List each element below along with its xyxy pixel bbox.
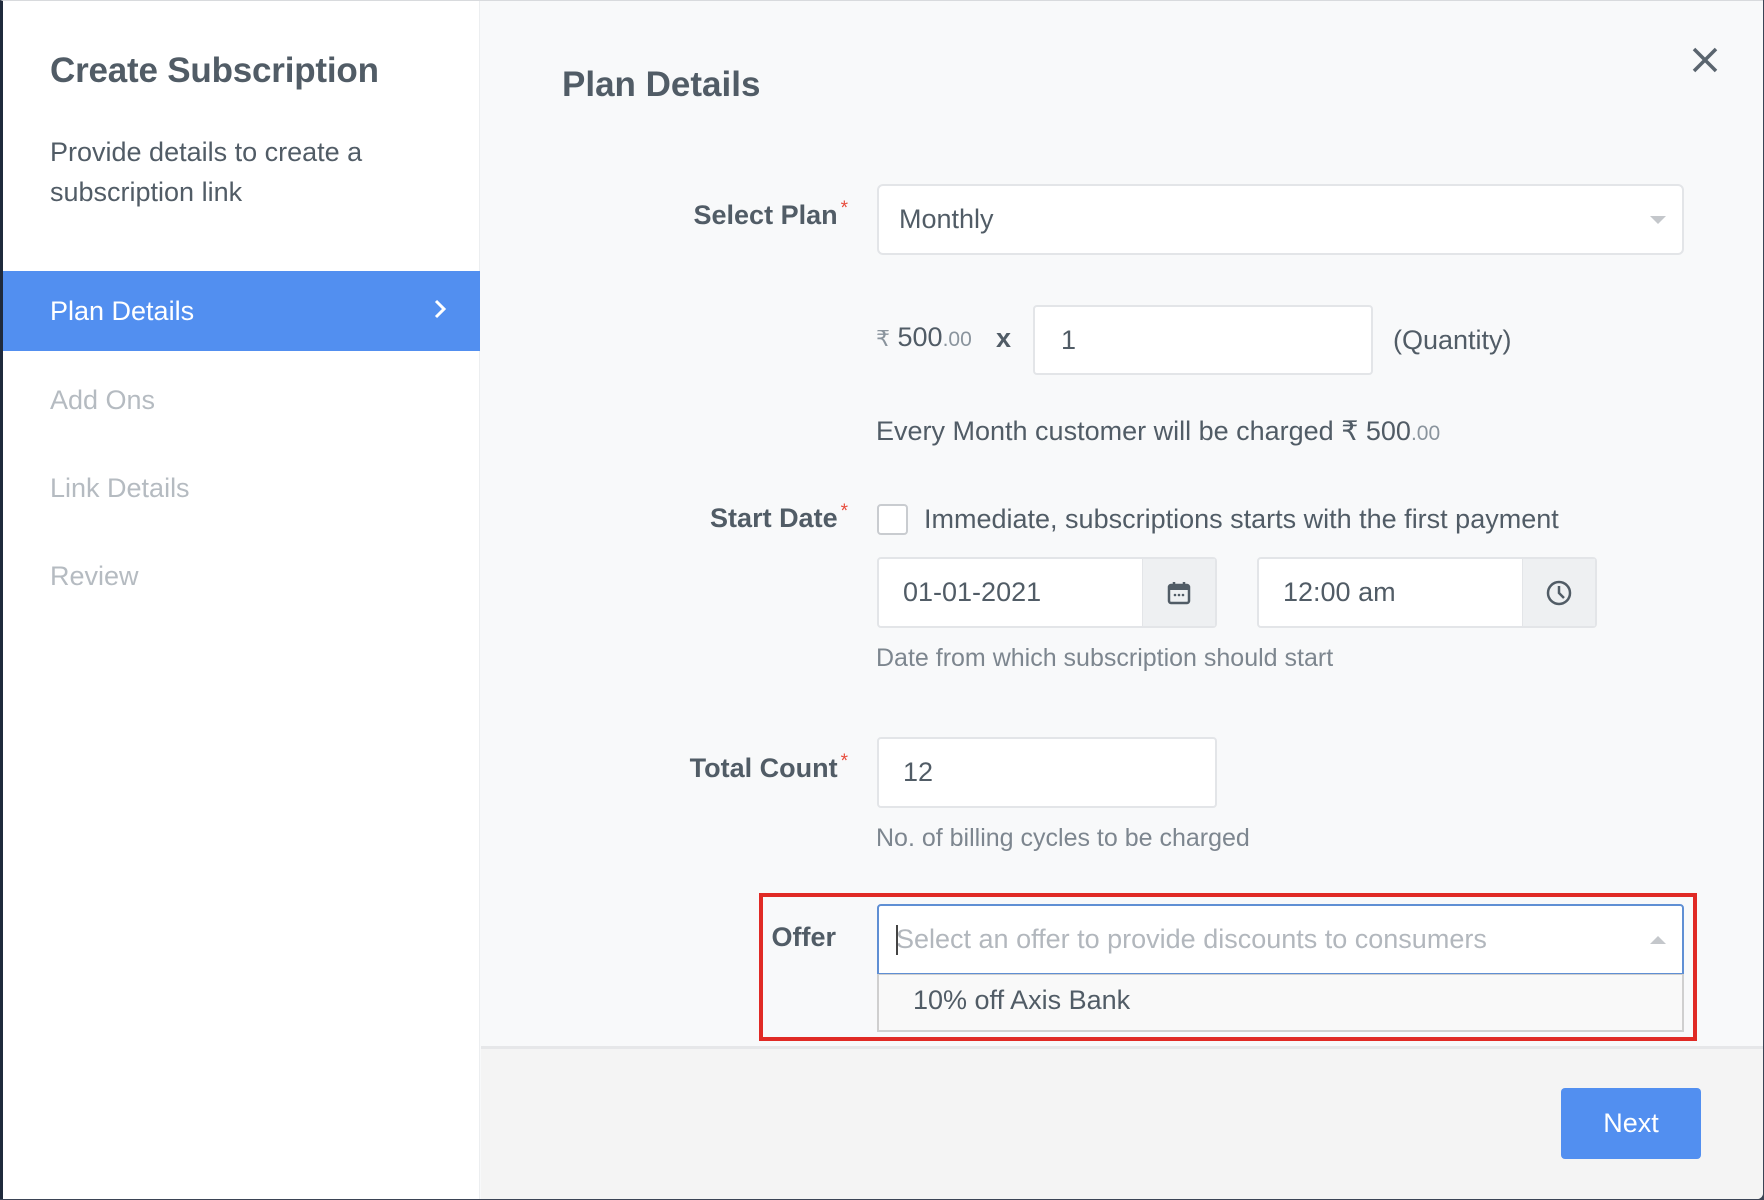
select-plan-dropdown[interactable]: Monthly	[877, 184, 1684, 255]
start-date-label: Start Date *	[603, 501, 848, 534]
quantity-input[interactable]: 1	[1033, 305, 1373, 375]
total-count-label-text: Total Count	[689, 753, 838, 783]
create-subscription-modal: Create Subscription Provide details to c…	[0, 0, 1763, 1199]
sidebar-item-plan-details[interactable]: Plan Details	[3, 271, 480, 351]
offer-label: Offer	[771, 922, 836, 952]
immediate-start-checkbox[interactable]	[877, 504, 908, 535]
start-date-input[interactable]: 01-01-2021	[877, 557, 1217, 628]
time-picker-button[interactable]	[1522, 559, 1595, 626]
close-icon[interactable]	[1686, 41, 1724, 79]
clock-icon	[1546, 580, 1572, 605]
sidebar-item-label: Link Details	[50, 472, 190, 503]
price-decimals: .00	[942, 328, 972, 351]
total-count-help: No. of billing cycles to be charged	[876, 824, 1250, 852]
multiply-sign: x	[996, 323, 1012, 353]
next-button[interactable]: Next	[1561, 1088, 1701, 1159]
caret-up-icon	[1650, 936, 1666, 944]
offer-dropdown-menu: 10% off Axis Bank	[877, 974, 1684, 1032]
plan-price: ₹ 500.00	[876, 322, 972, 353]
sidebar-item-review[interactable]: Review	[3, 536, 480, 616]
start-time-value: 12:00 am	[1283, 577, 1396, 607]
sidebar-item-label: Plan Details	[50, 295, 195, 326]
offer-option[interactable]: 10% off Axis Bank	[913, 985, 1130, 1016]
price-amount: 500	[890, 322, 943, 352]
start-time-input[interactable]: 12:00 am	[1257, 557, 1597, 628]
total-count-label: Total Count *	[603, 751, 848, 784]
required-mark: *	[840, 501, 848, 522]
sidebar-subtitle: Provide details to create a subscription…	[50, 137, 363, 207]
start-date-value: 01-01-2021	[903, 577, 1042, 607]
sidebar-item-add-ons[interactable]: Add Ons	[3, 360, 480, 440]
offer-placeholder: Select an offer to provide discounts to …	[896, 924, 1487, 954]
select-plan-label: Select Plan *	[603, 198, 848, 231]
sidebar: Create Subscription Provide details to c…	[3, 1, 480, 1199]
sidebar-title: Create Subscription	[50, 51, 379, 90]
required-mark: *	[840, 751, 848, 772]
required-mark: *	[840, 198, 848, 219]
sidebar-item-link-details[interactable]: Link Details	[3, 448, 480, 528]
select-plan-label-text: Select Plan	[693, 200, 838, 230]
charge-summary-text: Every Month customer will be charged ₹ 5…	[876, 416, 1411, 446]
charge-summary-decimals: .00	[1410, 422, 1441, 445]
sidebar-item-label: Review	[50, 560, 139, 591]
page-title: Plan Details	[562, 65, 761, 104]
charge-summary: Every Month customer will be charged ₹ 5…	[876, 416, 1440, 447]
quantity-value: 1	[1061, 324, 1077, 355]
text-cursor	[896, 924, 898, 955]
currency-symbol: ₹	[876, 326, 890, 351]
start-date-help: Date from which subscription should star…	[876, 644, 1334, 672]
sidebar-item-label: Add Ons	[50, 384, 156, 415]
total-count-value: 12	[903, 757, 934, 787]
quantity-label: (Quantity)	[1393, 325, 1512, 355]
caret-down-icon	[1650, 216, 1666, 224]
chevron-right-icon	[434, 299, 447, 319]
calendar-icon	[1167, 581, 1191, 604]
select-plan-value: Monthly	[899, 204, 994, 234]
offer-select-input[interactable]: Select an offer to provide discounts to …	[877, 904, 1684, 975]
immediate-start-label[interactable]: Immediate, subscriptions starts with the…	[924, 504, 1559, 535]
date-picker-button[interactable]	[1142, 559, 1215, 626]
total-count-input[interactable]: 12	[877, 737, 1217, 808]
start-date-label-text: Start Date	[710, 503, 838, 533]
